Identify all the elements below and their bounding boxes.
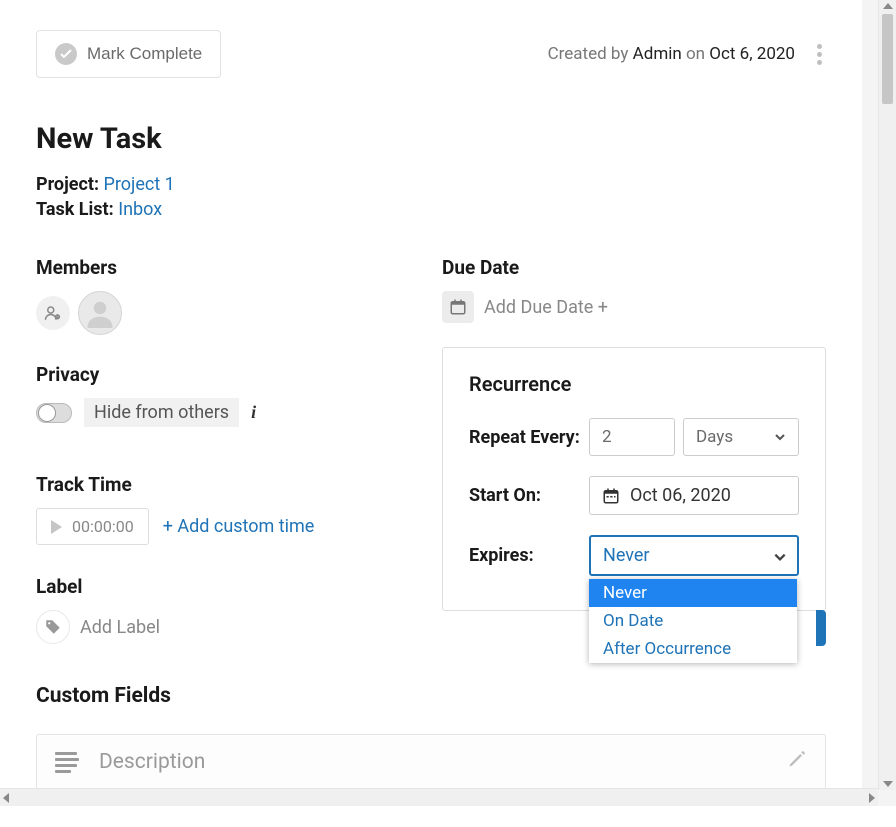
mark-complete-button[interactable]: Mark Complete bbox=[36, 30, 221, 78]
project-link[interactable]: Project 1 bbox=[104, 174, 175, 195]
more-options-icon[interactable] bbox=[813, 40, 826, 69]
privacy-heading: Privacy bbox=[36, 363, 426, 386]
repeat-every-label: Repeat Every: bbox=[469, 427, 580, 448]
tag-icon[interactable] bbox=[36, 610, 70, 644]
tasklist-link[interactable]: Inbox bbox=[118, 199, 162, 220]
time-tracker[interactable]: 00:00:00 bbox=[36, 508, 149, 545]
scroll-right-icon[interactable] bbox=[869, 793, 875, 803]
horizontal-scrollbar[interactable] bbox=[0, 788, 878, 806]
expires-label: Expires: bbox=[469, 545, 534, 566]
created-by-text: Created by Admin on Oct 6, 2020 bbox=[548, 40, 826, 69]
project-line: Project: Project 1 bbox=[36, 174, 826, 195]
calendar-icon bbox=[442, 291, 474, 323]
calendar-icon bbox=[602, 487, 620, 505]
description-placeholder: Description bbox=[99, 750, 205, 774]
vertical-scrollbar[interactable] bbox=[878, 0, 896, 790]
pencil-icon[interactable] bbox=[787, 749, 807, 775]
custom-fields-heading: Custom Fields bbox=[36, 684, 426, 708]
recurrence-title: Recurrence bbox=[469, 372, 799, 396]
play-icon bbox=[51, 520, 62, 534]
members-heading: Members bbox=[36, 256, 426, 279]
start-date-input[interactable]: Oct 06, 2020 bbox=[589, 476, 799, 515]
mark-complete-label: Mark Complete bbox=[87, 44, 202, 64]
add-member-icon[interactable] bbox=[36, 296, 70, 330]
privacy-toggle[interactable] bbox=[36, 403, 72, 423]
add-label-placeholder[interactable]: Add Label bbox=[80, 617, 160, 638]
scroll-down-icon[interactable] bbox=[883, 781, 893, 787]
tasklist-line: Task List: Inbox bbox=[36, 199, 826, 220]
scroll-up-icon[interactable] bbox=[883, 3, 893, 9]
due-date-heading: Due Date bbox=[442, 256, 826, 279]
add-custom-time-link[interactable]: + Add custom time bbox=[163, 516, 315, 537]
time-value: 00:00:00 bbox=[72, 517, 134, 536]
scroll-thumb[interactable] bbox=[882, 14, 893, 104]
expires-select[interactable]: Never Never On Date After Occurrence bbox=[589, 535, 799, 576]
check-circle-icon bbox=[55, 43, 77, 65]
scroll-left-icon[interactable] bbox=[3, 793, 9, 803]
expires-dropdown: Never On Date After Occurrence bbox=[589, 579, 797, 663]
track-time-heading: Track Time bbox=[36, 473, 426, 496]
recurrence-panel: Recurrence Repeat Every: 2 Days Start bbox=[442, 347, 826, 611]
expires-option-after-occurrence[interactable]: After Occurrence bbox=[589, 635, 797, 663]
add-due-date[interactable]: Add Due Date + bbox=[484, 297, 608, 318]
repeat-unit-select[interactable]: Days bbox=[683, 418, 799, 456]
member-avatar[interactable] bbox=[78, 291, 122, 335]
description-field[interactable]: Description bbox=[36, 734, 826, 790]
task-title[interactable]: New Task bbox=[36, 122, 826, 156]
info-icon[interactable]: i bbox=[251, 402, 256, 423]
expires-option-never[interactable]: Never bbox=[589, 579, 797, 607]
chevron-down-icon bbox=[773, 550, 785, 562]
privacy-hide-label: Hide from others bbox=[84, 398, 239, 427]
repeat-number-input[interactable]: 2 bbox=[589, 418, 675, 456]
label-heading: Label bbox=[36, 575, 426, 598]
start-on-label: Start On: bbox=[469, 485, 541, 506]
paragraph-icon bbox=[55, 752, 79, 773]
task-header-row: Mark Complete Created by Admin on Oct 6,… bbox=[36, 30, 826, 78]
panel-accent bbox=[816, 610, 826, 646]
expires-option-on-date[interactable]: On Date bbox=[589, 607, 797, 635]
chevron-down-icon bbox=[774, 431, 786, 443]
